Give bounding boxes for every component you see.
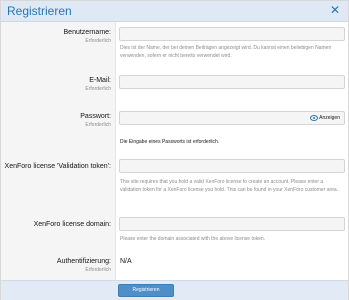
form-footer: Registrieren xyxy=(1,280,348,300)
password-label: Passwort: xyxy=(80,113,111,120)
dialog-title: Registrieren xyxy=(7,4,72,18)
eye-icon xyxy=(310,114,319,121)
register-dialog: Registrieren ✕ Benutzername: Erforderlic… xyxy=(0,0,349,300)
dialog-title-bar: Registrieren ✕ xyxy=(1,1,348,22)
domain-input[interactable] xyxy=(119,217,345,231)
show-password-toggle[interactable]: Anzeigen xyxy=(310,114,340,122)
username-label: Benutzername: xyxy=(63,29,111,36)
show-password-label: Anzeigen xyxy=(319,115,340,121)
token-explain: This site requires that you hold a valid… xyxy=(120,179,339,193)
close-icon[interactable]: ✕ xyxy=(328,3,342,17)
auth-label: Authentifizierung: xyxy=(56,258,111,265)
password-error: Die Eingabe eines Passworts ist erforder… xyxy=(120,139,220,145)
password-required-hint: Erforderlich xyxy=(85,122,111,128)
username-explain: Dies ist der Name, der bei deinen Beiträ… xyxy=(120,45,332,59)
username-input[interactable] xyxy=(119,27,345,41)
token-label: XenForo license 'Validation token': xyxy=(4,163,111,170)
password-input[interactable]: Anzeigen xyxy=(119,111,345,125)
domain-label: XenForo license domain: xyxy=(33,221,111,228)
auth-required-hint: Erforderlich xyxy=(85,267,111,273)
form-body: Benutzername: Erforderlich Dies ist der … xyxy=(1,22,348,280)
username-required-hint: Erforderlich xyxy=(85,38,111,44)
auth-value: N/A xyxy=(120,258,132,265)
label-column xyxy=(1,22,116,280)
token-input[interactable] xyxy=(119,159,345,173)
domain-explain: Please enter the domain associated with … xyxy=(120,236,266,242)
email-input[interactable] xyxy=(119,75,345,89)
email-required-hint: Erforderlich xyxy=(85,86,111,92)
email-label: E-Mail: xyxy=(89,77,111,84)
register-button[interactable]: Registrieren xyxy=(118,284,174,297)
